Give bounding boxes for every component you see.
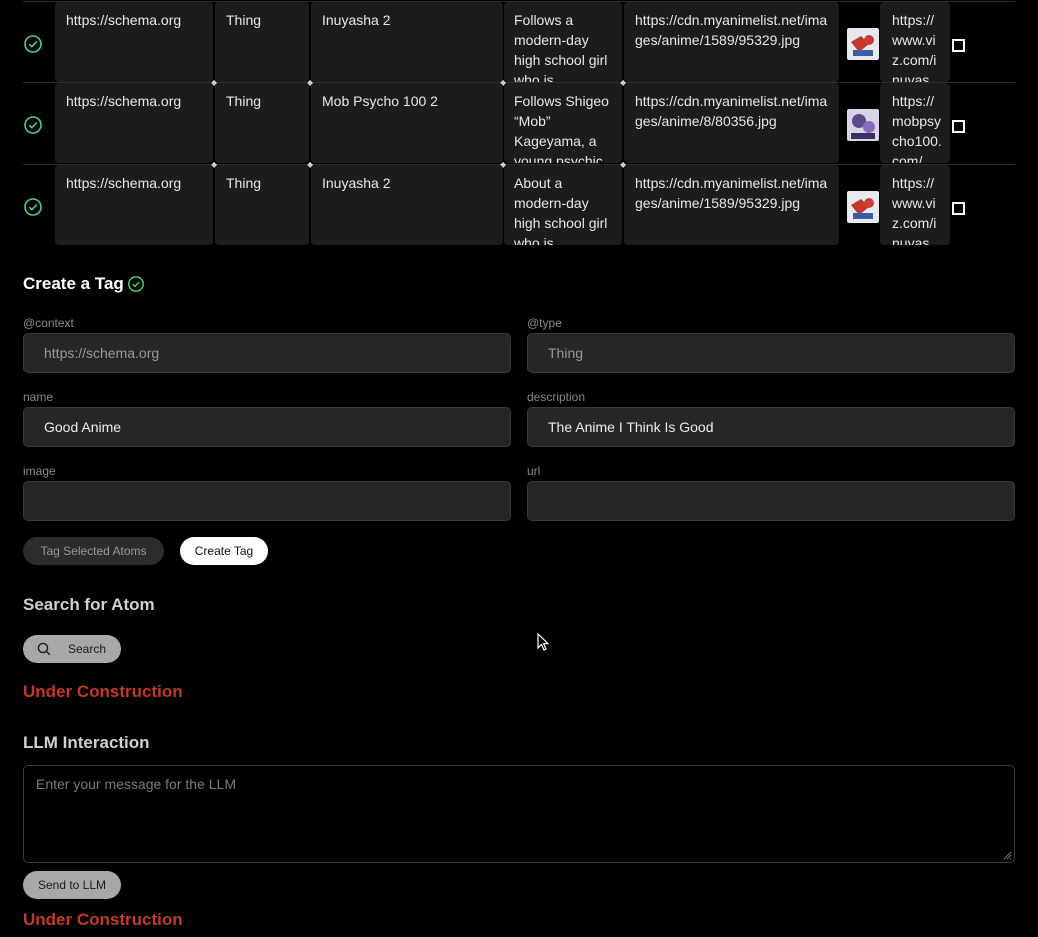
search-button[interactable]: Search: [23, 635, 121, 663]
row-select-checkbox[interactable]: [952, 202, 965, 215]
type-field[interactable]: Thing: [527, 333, 1015, 373]
cell-name: Inuyasha 2: [311, 2, 503, 82]
search-status: Under Construction: [23, 682, 183, 701]
url-field[interactable]: [527, 481, 1015, 521]
llm-status: Under Construction: [23, 910, 183, 929]
check-circle-icon: [24, 198, 42, 216]
create-tag-heading: Create a Tag: [23, 274, 124, 293]
name-field[interactable]: Good Anime: [23, 407, 511, 447]
search-button-label: Search: [68, 642, 107, 656]
name-label: name: [23, 390, 54, 404]
anime-thumbnail: [847, 191, 879, 223]
cell-type: Thing: [215, 83, 309, 163]
mouse-pointer-icon: [537, 633, 550, 651]
context-label: @context: [23, 316, 74, 330]
row-select-checkbox[interactable]: [952, 120, 965, 133]
image-field[interactable]: [23, 481, 511, 521]
cell-description: Follows a modern-day high school girl wh…: [504, 2, 622, 82]
cell-url: https://www.viz.com/inuyas: [880, 2, 950, 82]
cell-url: https://mobpsycho100.com/: [880, 83, 950, 163]
type-label: @type: [527, 316, 562, 330]
cell-description: About a modern-day high school girl who …: [504, 165, 622, 245]
search-icon: [37, 642, 51, 656]
table-row: ◆ ◆ ◆ ◆ https://schema.org Thing Mob Psy…: [23, 78, 1015, 164]
context-field[interactable]: https://schema.org: [23, 333, 511, 373]
cell-image-url: https://cdn.myanimelist.net/images/anime…: [624, 2, 839, 82]
cell-context: https://schema.org: [55, 165, 213, 245]
cell-url: https://www.viz.com/inuyas: [880, 165, 950, 245]
llm-message-input[interactable]: Enter your message for the LLM: [23, 765, 1015, 863]
cell-type: Thing: [215, 2, 309, 82]
image-label: image: [23, 464, 56, 478]
llm-heading: LLM Interaction: [23, 733, 150, 752]
cell-name: Mob Psycho 100 2: [311, 83, 503, 163]
tag-selected-atoms-button[interactable]: Tag Selected Atoms: [23, 537, 164, 565]
description-label: description: [527, 390, 586, 404]
anime-thumbnail: [847, 28, 879, 60]
table-row: ◆ ◆ ◆ ◆ https://schema.org Thing Inuyash…: [23, 160, 1015, 246]
cell-image-url: https://cdn.myanimelist.net/images/anime…: [624, 165, 839, 245]
cell-context: https://schema.org: [55, 2, 213, 82]
anime-thumbnail: [847, 109, 879, 141]
row-select-checkbox[interactable]: [952, 39, 965, 52]
table-row: https://schema.org Thing Inuyasha 2 Foll…: [23, 1, 1015, 83]
url-label: url: [527, 464, 541, 478]
check-circle-icon: [128, 276, 144, 292]
description-field[interactable]: The Anime I Think Is Good: [527, 407, 1015, 447]
create-tag-button[interactable]: Create Tag: [180, 537, 268, 565]
check-circle-icon: [24, 116, 42, 134]
search-heading: Search for Atom: [23, 595, 155, 614]
check-circle-icon: [24, 35, 42, 53]
resize-grip-icon[interactable]: [1002, 850, 1012, 860]
atoms-table: https://schema.org Thing Inuyasha 2 Foll…: [23, 0, 1015, 246]
cell-context: https://schema.org: [55, 83, 213, 163]
cell-name: Inuyasha 2: [311, 165, 503, 245]
cell-description: Follows Shigeo “Mob” Kageyama, a young p…: [504, 83, 622, 163]
cell-image-url: https://cdn.myanimelist.net/images/anime…: [624, 83, 839, 163]
cell-type: Thing: [215, 165, 309, 245]
send-to-llm-button[interactable]: Send to LLM: [23, 871, 121, 899]
